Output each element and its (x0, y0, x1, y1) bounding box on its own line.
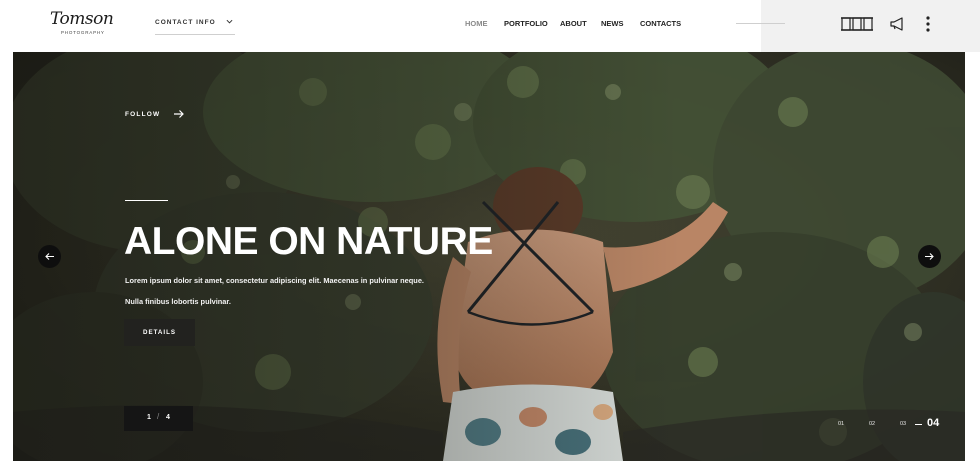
hero-title: ALONE ON NATURE (124, 220, 493, 263)
megaphone-icon[interactable] (890, 17, 905, 31)
nav-item-about[interactable]: ABOUT (560, 19, 587, 28)
header-divider (736, 23, 785, 24)
layout-icon[interactable] (841, 17, 873, 31)
prev-slide-button[interactable] (38, 245, 61, 268)
hero-description-line: Lorem ipsum dolor sit amet, consectetur … (125, 276, 424, 285)
more-vertical-icon[interactable] (924, 16, 932, 32)
pager-item-active[interactable]: 04 (927, 417, 939, 429)
logo-name: Tomson (50, 9, 114, 29)
follow-label: FOLLOW (125, 111, 161, 118)
nav-item-contacts[interactable]: CONTACTS (640, 19, 681, 28)
nav-item-portfolio[interactable]: PORTFOLIO (504, 19, 548, 28)
title-rule (125, 200, 168, 201)
slide-counter: 1 / 4 (124, 406, 193, 431)
arrow-right-icon (174, 110, 184, 118)
chevron-down-icon (226, 19, 233, 24)
site-header: Tomson PHOTOGRAPHY CONTACT INFO HOME POR… (0, 0, 980, 52)
arrow-right-icon (925, 253, 934, 260)
hero-description-line: Nulla finibus lobortis pulvinar. (125, 297, 231, 306)
counter-total: 4 (166, 414, 170, 421)
hero-description: Lorem ipsum dolor sit amet, consectetur … (125, 270, 425, 312)
pager-item[interactable]: 01 (838, 421, 844, 427)
pager-item[interactable]: 02 (869, 421, 875, 427)
pager-item[interactable]: 03 (900, 421, 906, 427)
counter-current: 1 (147, 414, 151, 421)
nav-item-news[interactable]: NEWS (601, 19, 624, 28)
next-slide-button[interactable] (918, 245, 941, 268)
arrow-left-icon (45, 253, 54, 260)
details-button[interactable]: DETAILS (124, 319, 195, 346)
nav-item-home[interactable]: HOME (465, 19, 488, 28)
logo[interactable]: Tomson PHOTOGRAPHY (50, 9, 114, 39)
contact-info-label: CONTACT INFO (155, 19, 216, 26)
counter-separator: / (157, 412, 160, 421)
hero-slider: FOLLOW ALONE ON NATURE Lorem ipsum dolor… (13, 52, 965, 461)
logo-tagline: PHOTOGRAPHY (61, 30, 105, 35)
contact-info-dropdown[interactable]: CONTACT INFO (155, 12, 235, 35)
